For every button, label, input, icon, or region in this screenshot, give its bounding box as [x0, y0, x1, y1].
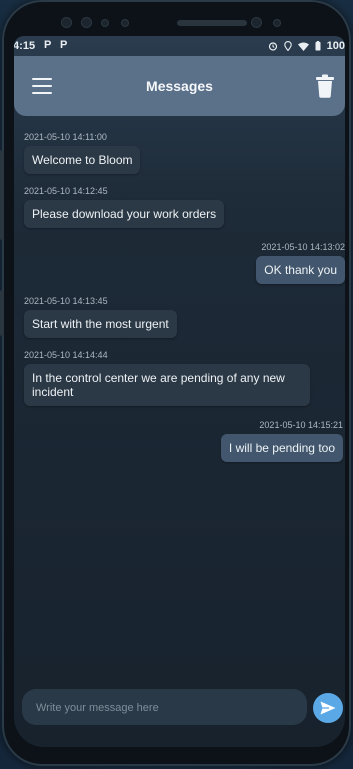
message-timestamp: 2021-05-10 14:13:02: [261, 242, 345, 252]
wifi-icon: [297, 42, 309, 51]
message-incoming: 2021-05-10 14:12:45 Please download your…: [24, 186, 225, 228]
message-composer: [22, 689, 307, 725]
message-timestamp: 2021-05-10 14:12:45: [24, 186, 108, 196]
status-time: .4:15: [14, 40, 36, 52]
message-bubble[interactable]: In the control center we are pending of …: [24, 364, 310, 406]
status-icons: 100: [268, 40, 345, 52]
send-button[interactable]: [313, 693, 343, 723]
send-icon: [320, 701, 336, 715]
message-bubble[interactable]: OK thank you: [256, 256, 345, 284]
camera-sensor: [62, 18, 71, 27]
page-title: Messages: [146, 78, 213, 94]
camera-sensor: [82, 18, 91, 27]
battery-level: 100: [326, 40, 345, 52]
earpiece-speaker: [177, 20, 247, 26]
message-incoming: 2021-05-10 14:14:44 In the control cente…: [24, 350, 310, 406]
device-stage: .4:15 P P 100 Messages: [0, 0, 353, 769]
front-camera: [252, 18, 261, 27]
battery-icon: [315, 41, 321, 51]
message-bubble[interactable]: I will be pending too: [220, 434, 343, 462]
message-timestamp: 2021-05-10 14:13:45: [24, 296, 108, 306]
camera-sensor: [122, 20, 128, 26]
location-icon: [283, 41, 292, 51]
message-outgoing: 2021-05-10 14:15:21 I will be pending to…: [220, 420, 343, 462]
message-bubble[interactable]: Start with the most urgent: [24, 310, 177, 338]
notification-icon: P: [60, 39, 68, 51]
message-bubble[interactable]: Welcome to Bloom: [24, 146, 141, 174]
message-timestamp: 2021-05-10 14:11:00: [24, 132, 107, 142]
camera-sensor: [274, 20, 280, 26]
message-incoming: 2021-05-10 14:13:45 Start with the most …: [24, 296, 177, 338]
app-bar: Messages: [14, 56, 345, 116]
status-bar: .4:15 P P 100: [14, 36, 345, 56]
alarm-icon: [268, 42, 277, 51]
message-timestamp: 2021-05-10 14:15:21: [259, 420, 343, 430]
side-button: [0, 150, 4, 240]
trash-icon[interactable]: [315, 74, 335, 98]
message-incoming: 2021-05-10 14:11:00 Welcome to Bloom: [24, 132, 141, 174]
message-bubble[interactable]: Please download your work orders: [24, 200, 225, 228]
side-button: [0, 290, 4, 336]
camera-sensor: [102, 20, 108, 26]
message-input[interactable]: [34, 699, 298, 717]
phone-screen: .4:15 P P 100 Messages: [14, 36, 345, 747]
message-timestamp: 2021-05-10 14:14:44: [24, 350, 108, 360]
phone-top-bezel: [42, 4, 312, 38]
message-outgoing: 2021-05-10 14:13:02 OK thank you: [256, 242, 345, 284]
notification-icon: P: [44, 39, 52, 51]
phone-frame: .4:15 P P 100 Messages: [0, 0, 351, 766]
